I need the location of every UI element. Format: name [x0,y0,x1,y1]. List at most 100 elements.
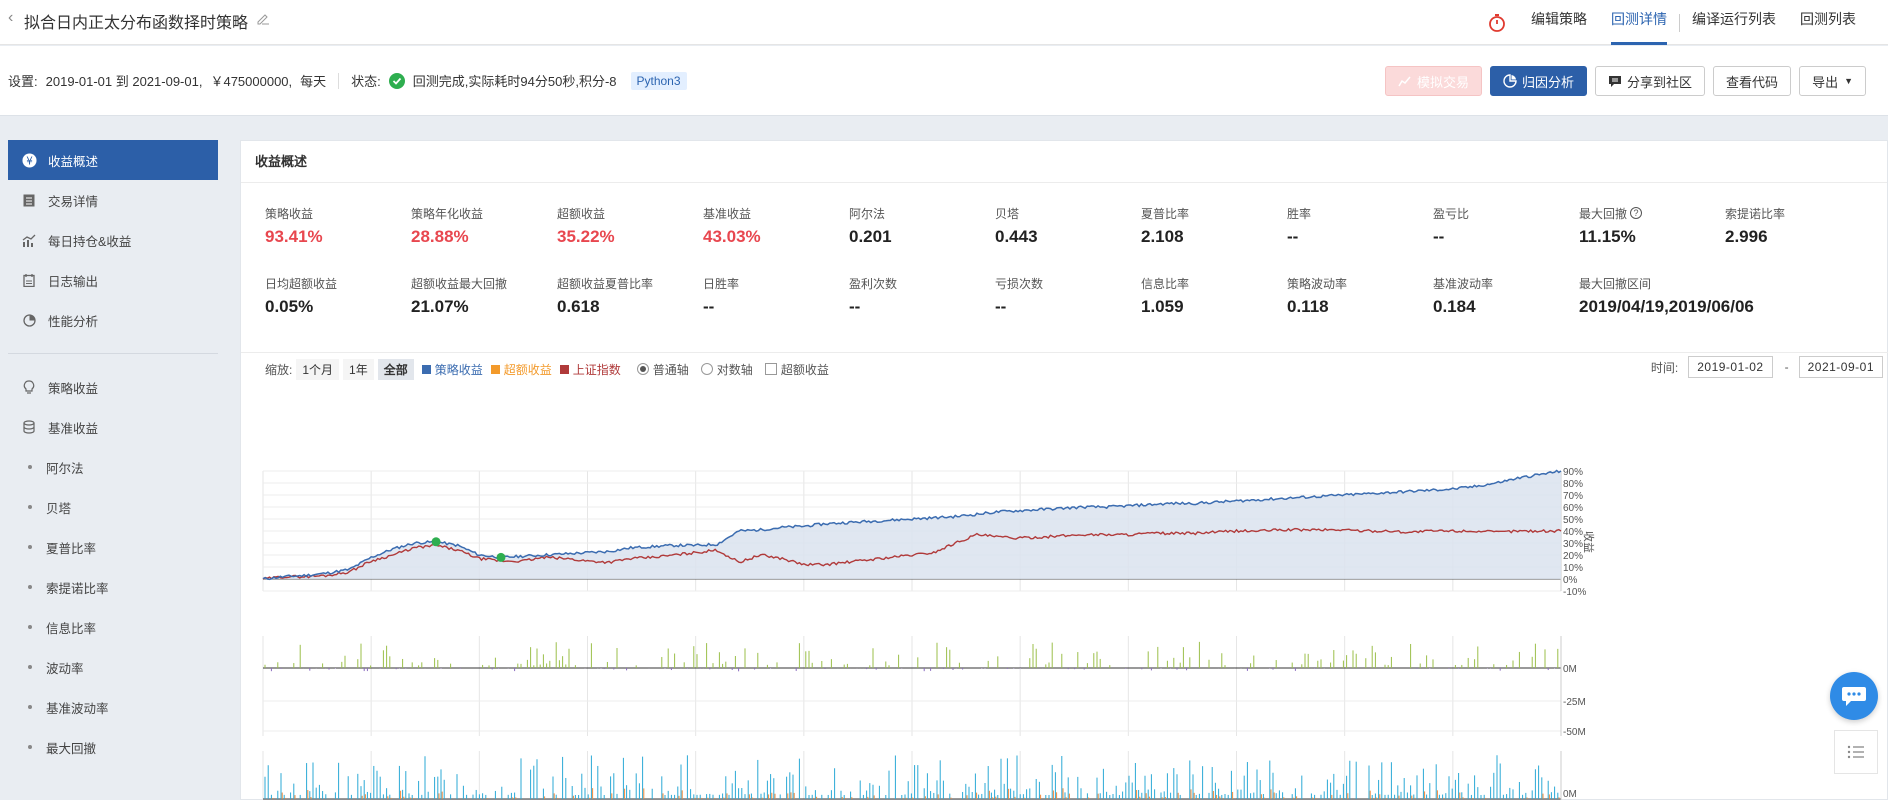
metric-label-text: 基准收益 [703,206,752,221]
settings-frequency: 每天 [300,74,327,89]
sidebar-item-strategy-return[interactable]: 策略收益 [8,367,218,407]
metric-label-text: 信息比率 [1141,276,1190,291]
view-code-button[interactable]: 查看代码 [1713,66,1792,96]
excess-return-checkbox[interactable] [764,363,777,375]
chat-button[interactable] [1830,672,1878,720]
sidebar-item-label: 索提诺比率 [46,581,109,596]
menu-list-button[interactable] [1834,730,1878,774]
sidebar-item-sharpe[interactable]: 夏普比率 [8,527,218,567]
metric-card: 盈亏比 -- [1433,203,1579,273]
legend-excess[interactable]: 超额收益 [490,361,552,378]
bullet-dot [28,585,32,589]
tab-compile-run-list[interactable]: 编译运行列表 [1680,0,1788,45]
metric-label-text: 超额收益夏普比率 [557,276,654,291]
sidebar-item-max-drawdown[interactable]: 最大回撤 [8,727,218,767]
normal-axis-radio[interactable] [636,363,649,375]
status-text: 回测完成,实际耗时94分50秒,积分-8 [412,74,617,89]
sidebar-item-benchmark-volatility[interactable]: 基准波动率 [8,687,218,727]
back-arrow-icon[interactable]: ‹ [8,9,13,27]
metric-card: 最大回撤? 11.15% [1579,203,1725,273]
sidebar-item-label: 策略收益 [48,381,99,396]
metrics-row: 日均超额收益 0.05% 超额收益最大回撤 21.07% 超额收益夏普比率 0.618 日胜… [265,273,1871,343]
y-tick-label: -25M [1563,697,1586,708]
start-date-input[interactable]: 2019-01-02 [1688,356,1773,378]
metric-value: 0.201 [849,227,892,246]
metric-label-text: 盈利次数 [849,276,898,291]
metric-card: 超额收益 35.22% [557,203,703,273]
metric-value: 21.07% [411,297,469,316]
card-title: 收益概述 [241,141,1887,183]
sidebar-item-performance[interactable]: 性能分析 [8,300,218,340]
legend-benchmark[interactable]: 上证指数 [559,361,621,378]
list-menu-icon [1847,745,1864,759]
metric-value: -- [1287,227,1299,246]
bullet-dot [28,505,32,509]
y-tick-label: 20% [1563,551,1583,562]
sidebar-item-alpha[interactable]: 阿尔法 [8,447,218,487]
metric-label: 盈利次数 [849,273,995,293]
sidebar-item-beta[interactable]: 贝塔 [8,487,218,527]
metric-label-text: 胜率 [1287,206,1312,221]
metric-label: 日胜率 [703,273,849,293]
share-community-button[interactable]: 分享到社区 [1595,66,1706,96]
help-icon[interactable]: ? [1630,207,1643,219]
metric-card: 策略波动率 0.118 [1287,273,1433,343]
sidebar-item-log[interactable]: 日志输出 [8,260,218,300]
y-tick-label: 60% [1563,503,1583,514]
metric-label-text: 日均超额收益 [265,276,338,291]
bullet-dot [28,625,32,629]
metric-value: 2.996 [1725,227,1768,246]
export-button[interactable]: 导出 ▼ [1799,66,1866,96]
legend-strategy[interactable]: 策略收益 [421,361,483,378]
sidebar: ¥ 收益概述 交易详情 每日持仓&收益 日志输出 性能分析 策略收益 基准收益 … [0,116,228,800]
metric-label: 索提诺比率 [1725,203,1871,223]
metric-label-text: 夏普比率 [1141,206,1190,221]
metric-value: 35.22% [557,227,615,246]
chat-bubble-icon [1842,687,1866,706]
zoom-1year-button[interactable]: 1年 [343,358,374,380]
metric-label: 超额收益最大回撤 [411,273,557,293]
status-label: 状态: [351,74,381,89]
metric-card: 信息比率 1.059 [1141,273,1287,343]
sidebar-item-overview[interactable]: ¥ 收益概述 [8,140,218,180]
sidebar-item-benchmark-return[interactable]: 基准收益 [8,407,218,447]
metric-value: 0.443 [995,227,1038,246]
tab-backtest-detail[interactable]: 回测详情 [1599,0,1679,45]
bullet-dot [28,545,32,549]
sidebar-item-volatility[interactable]: 波动率 [8,647,218,687]
simulate-trading-button[interactable]: 模拟交易 [1385,66,1483,96]
trend-icon [20,234,38,247]
tab-backtest-list[interactable]: 回测列表 [1788,0,1868,45]
end-date-input[interactable]: 2021-09-01 [1798,356,1883,378]
stopwatch-icon [1489,13,1505,32]
language-badge: Python3 [630,71,687,90]
caret-down-icon: ▼ [1844,76,1853,86]
y-tick-label: 0M [1563,664,1577,675]
sidebar-item-trade-detail[interactable]: 交易详情 [8,180,218,220]
metric-label: 超额收益 [557,203,703,223]
log-axis-radio[interactable] [700,363,713,375]
metric-card: 阿尔法 0.201 [849,203,995,273]
pie-icon [20,313,38,327]
zoom-1month-button[interactable]: 1个月 [296,358,340,380]
sidebar-item-sortino[interactable]: 索提诺比率 [8,567,218,607]
tab-edit-strategy[interactable]: 编辑策略 [1519,0,1599,45]
log-axis-label: 对数轴 [716,362,753,377]
metric-card: 盈利次数 -- [849,273,995,343]
sidebar-item-info-ratio[interactable]: 信息比率 [8,607,218,647]
sidebar-item-daily-position[interactable]: 每日持仓&收益 [8,220,218,260]
svg-text:¥: ¥ [26,155,33,167]
bullet-dot [28,745,32,749]
legend-swatch [559,364,569,374]
metric-value: -- [849,297,861,316]
zoom-all-button[interactable]: 全部 [377,358,414,380]
attribution-analysis-button[interactable]: 归因分析 [1490,66,1588,96]
legend-label: 上证指数 [572,362,621,377]
metric-label-text: 超额收益最大回撤 [411,276,508,291]
sidebar-item-label: 交易详情 [48,194,99,209]
metric-label: 亏损次数 [995,273,1141,293]
edit-icon[interactable] [256,11,270,25]
metric-value: 11.15% [1579,227,1636,246]
metric-value: 28.88% [411,227,469,246]
top-bar: ‹ 拟合日内正太分布函数择时策略 编辑策略 回测详情 编译运行列表 回测列表 [0,0,1888,45]
